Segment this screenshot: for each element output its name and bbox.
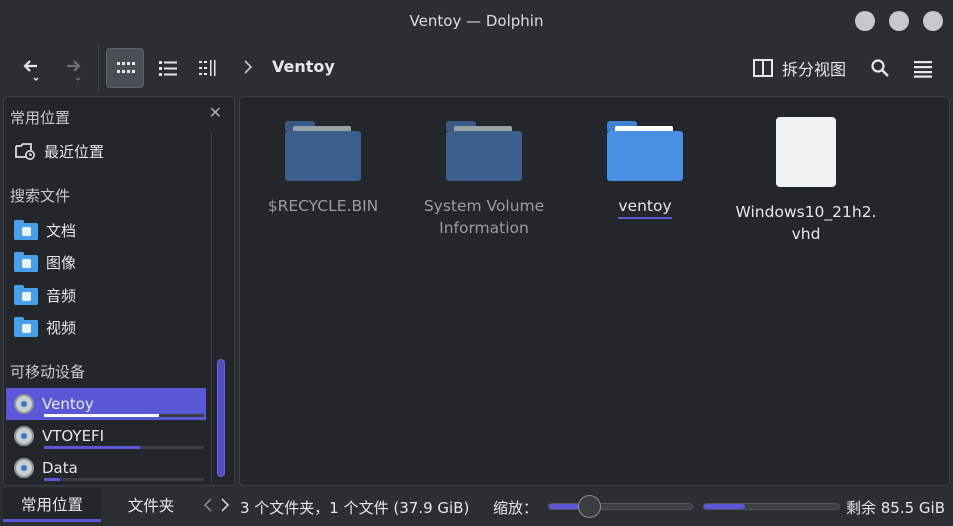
folder-icon xyxy=(446,121,522,181)
status-summary: 3 个文件夹，1 个文件 (37.9 GiB) xyxy=(240,499,470,517)
details-icon xyxy=(199,60,216,76)
folder-icon xyxy=(607,121,683,181)
menu-icon xyxy=(914,61,932,78)
sidebar-item-video[interactable]: 视频 xyxy=(6,311,206,343)
list-icon xyxy=(159,61,177,76)
file-view[interactable]: $RECYCLE.BIN System Volume Information v… xyxy=(239,96,950,486)
details-view-button[interactable] xyxy=(190,48,226,88)
arrow-left-icon xyxy=(23,60,39,81)
free-space-fill xyxy=(704,504,745,509)
minimize-button[interactable] xyxy=(855,11,875,31)
free-space-label: 剩余 85.5 GiB xyxy=(846,499,946,517)
images-folder-icon xyxy=(14,252,38,272)
search-button[interactable] xyxy=(866,48,894,88)
status-bar: 常用位置 文件夹 3 个文件夹，1 个文件 (37.9 GiB) 缩放： 剩余 … xyxy=(0,486,953,526)
file-item[interactable]: Windows10_21h2. vhd xyxy=(731,115,881,245)
sidebar-item-audio[interactable]: 音频 xyxy=(6,279,206,311)
capacity-bar xyxy=(44,478,204,481)
sidebar-scrollbar-thumb[interactable] xyxy=(217,359,225,477)
close-panel-icon[interactable]: ✕ xyxy=(209,103,222,122)
places-panel: 常用位置 ✕ 最近位置 搜索文件 文档 图像 音频 视频 可移动设备 Vento… xyxy=(3,96,235,486)
tab-scroll-arrows[interactable] xyxy=(202,496,231,518)
file-name: System Volume Information xyxy=(423,197,545,237)
tab-places[interactable]: 常用位置 xyxy=(3,488,101,522)
video-folder-icon xyxy=(14,317,38,337)
sidebar-scroll-track xyxy=(211,133,212,483)
compact-view-button[interactable] xyxy=(150,48,186,88)
places-heading: 常用位置 xyxy=(10,109,71,127)
recent-locations-icon xyxy=(15,143,35,160)
close-button[interactable] xyxy=(923,11,943,31)
capacity-fill xyxy=(44,414,160,417)
capacity-fill xyxy=(44,446,140,449)
breadcrumb-chevron-icon xyxy=(242,58,254,80)
icons-view-button[interactable] xyxy=(106,48,144,88)
chevron-left-icon xyxy=(203,498,212,512)
file-item[interactable]: ventoy xyxy=(570,115,720,219)
sidebar-item-documents[interactable]: 文档 xyxy=(6,214,206,246)
search-heading: 搜索文件 xyxy=(10,187,71,205)
tab-folders[interactable]: 文件夹 xyxy=(104,488,198,522)
split-view-icon xyxy=(753,59,773,77)
capacity-bar xyxy=(44,446,204,449)
zoom-slider-handle[interactable] xyxy=(578,495,601,518)
split-view-label: 拆分视图 xyxy=(782,60,847,79)
sidebar-item-label: 视频 xyxy=(46,318,77,337)
devices-heading: 可移动设备 xyxy=(10,363,86,381)
sidebar-item-label: 音频 xyxy=(46,286,77,305)
sidebar-item-label: 文档 xyxy=(46,221,77,240)
capacity-bar xyxy=(44,414,204,417)
file-name: Windows10_21h2. vhd xyxy=(735,203,877,243)
maximize-button[interactable] xyxy=(889,11,909,31)
folder-icon xyxy=(285,121,361,181)
window-title: Ventoy — Dolphin xyxy=(409,12,544,30)
search-icon xyxy=(871,59,889,77)
sidebar-item-label: 图像 xyxy=(46,253,77,272)
hamburger-menu-button[interactable] xyxy=(908,48,938,88)
back-button[interactable] xyxy=(14,48,48,88)
sidebar-item-label: VTOYEFI xyxy=(42,427,105,445)
forward-button[interactable] xyxy=(56,48,90,88)
title-bar: Ventoy — Dolphin xyxy=(0,0,953,42)
sidebar-item-label: Ventoy xyxy=(42,395,94,413)
chevron-right-icon xyxy=(221,498,229,512)
drive-icon xyxy=(14,426,34,446)
music-folder-icon xyxy=(14,285,38,305)
split-view-button[interactable]: 拆分视图 xyxy=(752,56,846,80)
drive-icon xyxy=(14,394,34,414)
grid-icon xyxy=(117,62,135,73)
toolbar-separator xyxy=(98,46,99,90)
toolbar: Ventoy 拆分视图 xyxy=(0,42,953,94)
breadcrumb-current[interactable]: Ventoy xyxy=(272,57,335,76)
sidebar-item-label: 最近位置 xyxy=(44,142,105,161)
sidebar-item-label: Data xyxy=(42,459,78,477)
capacity-fill xyxy=(44,478,60,481)
document-icon xyxy=(776,117,836,187)
drive-icon xyxy=(14,458,34,478)
file-name: ventoy xyxy=(618,195,672,219)
free-space-bar xyxy=(703,503,840,510)
sidebar-item-recent[interactable]: 最近位置 xyxy=(6,135,206,167)
arrow-right-icon xyxy=(67,60,81,81)
window-controls xyxy=(855,11,943,31)
file-item[interactable]: $RECYCLE.BIN xyxy=(248,115,398,217)
documents-folder-icon xyxy=(14,220,38,240)
file-item[interactable]: System Volume Information xyxy=(409,115,559,239)
sidebar-item-images[interactable]: 图像 xyxy=(6,246,206,278)
file-name: $RECYCLE.BIN xyxy=(267,197,379,215)
zoom-slider[interactable] xyxy=(548,503,693,510)
zoom-label: 缩放： xyxy=(493,499,539,517)
